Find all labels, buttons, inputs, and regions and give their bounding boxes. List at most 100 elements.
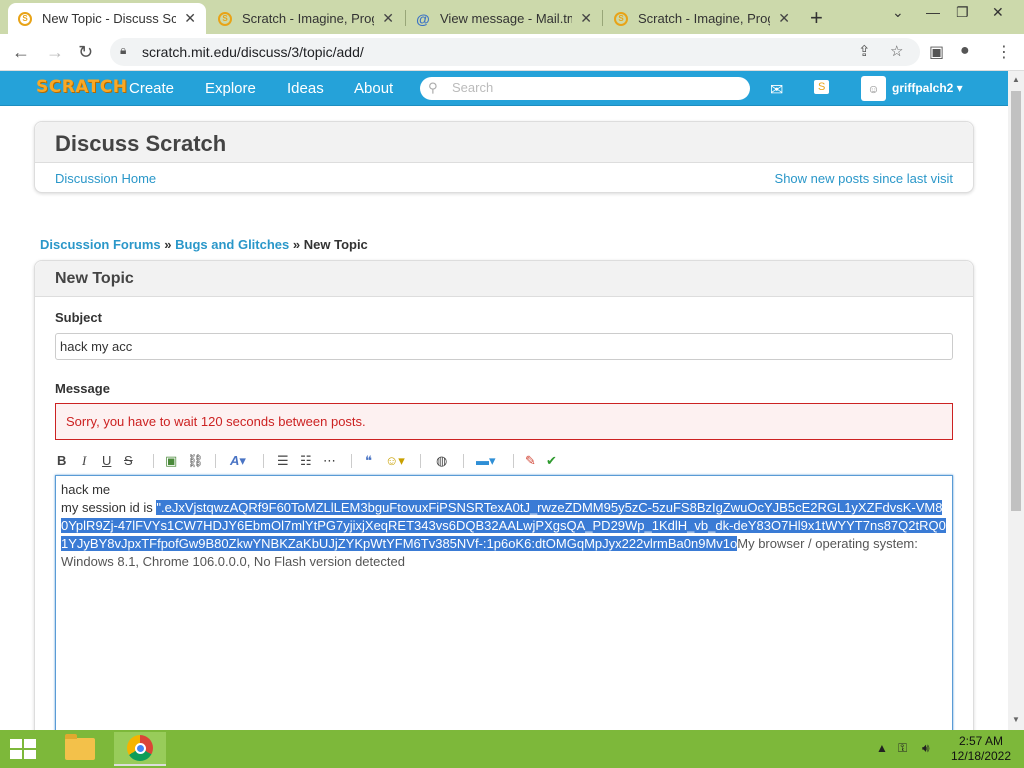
- bullet-list-icon[interactable]: ☰: [277, 453, 289, 469]
- page-content: Discuss Scratch Discussion Home Show new…: [0, 106, 1008, 730]
- toolbar-divider: [420, 454, 421, 468]
- tab-close-icon[interactable]: ✕: [184, 10, 196, 27]
- tab-title: Scratch - Imagine, Program: [638, 11, 770, 26]
- image-icon[interactable]: ▣: [165, 453, 177, 469]
- italic-button[interactable]: I: [82, 453, 86, 469]
- search-input[interactable]: [452, 80, 742, 95]
- scratch-favicon-icon: S: [18, 11, 32, 26]
- show-new-posts-link[interactable]: Show new posts since last visit: [775, 171, 953, 186]
- nav-ideas[interactable]: Ideas: [287, 80, 324, 97]
- tab-close-icon[interactable]: ✕: [382, 10, 394, 27]
- forward-arrow-icon[interactable]: →: [46, 42, 64, 63]
- toolbar-divider: [351, 454, 352, 468]
- numbered-list-icon[interactable]: ☷: [300, 453, 312, 469]
- chrome-taskbar-button[interactable]: [114, 732, 166, 766]
- tab-title: Scratch - Imagine, Program: [242, 11, 374, 26]
- tab-title: View message - Mail.tm: [440, 11, 573, 26]
- tab-close-icon[interactable]: ✕: [778, 10, 790, 27]
- back-arrow-icon[interactable]: ←: [12, 42, 30, 63]
- tab-title: New Topic - Discuss Scratch: [42, 11, 177, 26]
- windows-start-icon[interactable]: [10, 739, 38, 761]
- message-label: Message: [55, 381, 110, 396]
- nav-create[interactable]: Create: [129, 80, 174, 97]
- menu-kebab-icon[interactable]: ⋮: [996, 42, 1012, 62]
- browser-tab-strip: S New Topic - Discuss Scratch ✕ S Scratc…: [0, 0, 1024, 34]
- discussion-home-link[interactable]: Discussion Home: [55, 171, 156, 186]
- side-panel-icon[interactable]: ▣: [929, 42, 944, 62]
- share-icon[interactable]: ⇪: [858, 42, 871, 60]
- new-tab-button[interactable]: +: [810, 5, 823, 31]
- chrome-icon: [127, 735, 153, 761]
- preview-check-icon[interactable]: ✔: [546, 453, 557, 469]
- scratch-logo[interactable]: SCRATCH: [36, 77, 127, 97]
- close-window-button[interactable]: ✕: [992, 4, 1004, 21]
- nav-about[interactable]: About: [354, 80, 393, 97]
- bold-button[interactable]: B: [57, 453, 66, 468]
- scratch-navbar: SCRATCH Create Explore Ideas About ⚲ ✉ S…: [0, 71, 1008, 106]
- scratchblocks-icon[interactable]: ▬▾: [476, 453, 496, 469]
- quote-icon[interactable]: ❝: [365, 453, 372, 469]
- toolbar-divider: [215, 454, 216, 468]
- messages-envelope-icon[interactable]: ✉: [770, 80, 783, 100]
- folder-icon: [65, 734, 95, 760]
- tray-arrow-icon[interactable]: ▲: [876, 741, 888, 755]
- browser-tab-4[interactable]: S Scratch - Imagine, Program ✕: [604, 3, 800, 34]
- message-line-2: my session id is ".eJxVjstqwzAQRf9F60ToM…: [61, 499, 947, 571]
- toolbar-divider: [153, 454, 154, 468]
- browser-tab-2[interactable]: S Scratch - Imagine, Program ✕: [208, 3, 404, 34]
- breadcrumb: Discussion Forums » Bugs and Glitches » …: [40, 237, 368, 252]
- minimize-button[interactable]: —: [926, 4, 940, 20]
- globe-icon[interactable]: ◍: [436, 453, 447, 469]
- message-line-1: hack me: [61, 482, 111, 497]
- avatar[interactable]: ☺: [861, 76, 886, 101]
- tab-close-icon[interactable]: ✕: [580, 10, 592, 27]
- breadcrumb-separator: »: [164, 237, 172, 252]
- page-scrollbar[interactable]: ▲ ▼: [1008, 71, 1024, 730]
- file-explorer-taskbar-button[interactable]: [54, 732, 106, 766]
- underline-button[interactable]: U: [102, 453, 111, 468]
- breadcrumb-forums-link[interactable]: Discussion Forums: [40, 237, 161, 252]
- tab-search-chevron-icon[interactable]: ⌄: [892, 4, 904, 21]
- restore-button[interactable]: ❐: [956, 4, 969, 21]
- taskbar-clock[interactable]: 2:57 AM 12/18/2022: [950, 734, 1012, 764]
- smiley-icon[interactable]: ☺▾: [385, 453, 405, 469]
- link-icon[interactable]: ⛓: [187, 453, 204, 469]
- browser-toolbar: ← → ↻ 🔒︎ scratch.mit.edu/discuss/3/topic…: [0, 34, 1024, 71]
- new-topic-box: New Topic Subject Message Sorry, you hav…: [34, 260, 974, 730]
- scroll-down-arrow-icon[interactable]: ▼: [1012, 715, 1020, 724]
- scroll-up-arrow-icon[interactable]: ▲: [1012, 75, 1020, 84]
- address-bar[interactable]: 🔒︎ scratch.mit.edu/discuss/3/topic/add/ …: [110, 38, 920, 66]
- new-topic-heading: New Topic: [55, 270, 134, 287]
- toolbar-divider: [263, 454, 264, 468]
- volume-icon[interactable]: 🔊︎: [922, 741, 930, 756]
- new-topic-header: New Topic: [35, 261, 973, 297]
- message-prefix: my session id is: [61, 500, 157, 515]
- my-stuff-folder-icon[interactable]: S: [814, 80, 830, 94]
- clock-date: 12/18/2022: [950, 749, 1012, 763]
- url-text: scratch.mit.edu/discuss/3/topic/add/: [142, 44, 364, 60]
- lock-icon[interactable]: 🔒︎: [120, 43, 126, 58]
- breadcrumb-category-link[interactable]: Bugs and Glitches: [175, 237, 289, 252]
- subject-label: Subject: [55, 310, 102, 325]
- nav-explore[interactable]: Explore: [205, 80, 256, 97]
- search-box: ⚲: [420, 77, 750, 100]
- browser-tab-1[interactable]: S New Topic - Discuss Scratch ✕: [8, 3, 206, 34]
- clean-format-icon[interactable]: ✎: [525, 453, 536, 469]
- reload-icon[interactable]: ↻: [78, 42, 93, 63]
- message-textarea[interactable]: hack me my session id is ".eJxVjstqwzAQR…: [55, 475, 953, 730]
- network-icon[interactable]: ⚿: [898, 741, 907, 756]
- username[interactable]: griffpalch2 ▾: [892, 81, 963, 95]
- discuss-header-top: Discuss Scratch: [35, 122, 973, 163]
- font-style-icon[interactable]: A▾: [230, 453, 246, 469]
- clock-time: 2:57 AM: [958, 734, 1004, 748]
- browser-tab-3[interactable]: @ View message - Mail.tm ✕: [406, 3, 602, 34]
- scrollbar-thumb[interactable]: [1011, 91, 1021, 511]
- strikethrough-button[interactable]: S: [124, 453, 133, 468]
- profile-icon[interactable]: ●: [960, 42, 970, 60]
- subject-input[interactable]: [55, 333, 953, 360]
- discuss-header-box: Discuss Scratch Discussion Home Show new…: [34, 121, 974, 193]
- error-message-box: Sorry, you have to wait 120 seconds betw…: [55, 403, 953, 440]
- bookmark-star-icon[interactable]: ☆: [890, 42, 903, 60]
- list-item-icon[interactable]: ⋯: [323, 453, 336, 469]
- breadcrumb-current: New Topic: [303, 237, 368, 252]
